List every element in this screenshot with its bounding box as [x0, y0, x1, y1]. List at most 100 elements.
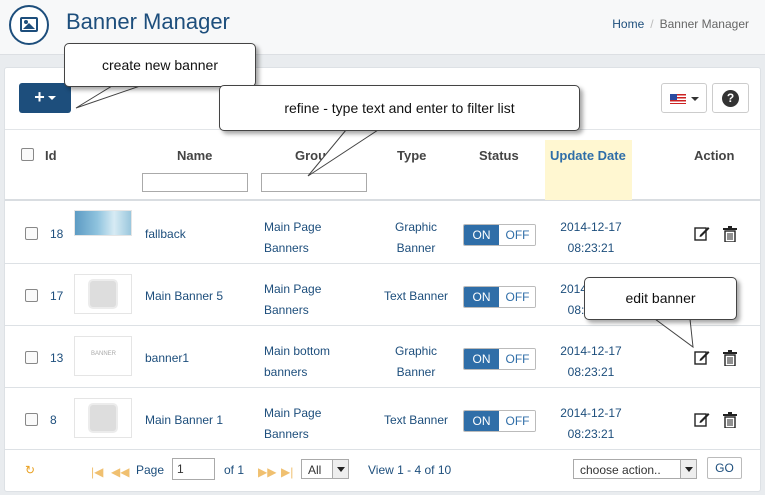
column-header-name[interactable]: Name [177, 148, 212, 163]
row-id: 18 [50, 227, 64, 241]
refine-callout: refine - type text and enter to filter l… [219, 85, 580, 131]
edit-banner-callout: edit banner [584, 277, 737, 320]
group-line2: Banners [264, 303, 309, 317]
caret-down-icon [691, 97, 699, 101]
add-label: + [34, 87, 45, 107]
breadcrumb: Home / Banner Manager [612, 17, 749, 31]
group-filter-input[interactable] [261, 173, 367, 192]
select-all-checkbox[interactable] [21, 148, 34, 161]
view-range-text: View 1 - 4 of 10 [368, 463, 452, 477]
banner-name-link[interactable]: Main Banner 5 [145, 289, 223, 303]
create-banner-callout: create new banner [64, 43, 256, 87]
dropdown-arrow-icon [680, 460, 696, 478]
delete-icon[interactable] [723, 412, 737, 428]
row-checkbox[interactable] [25, 227, 38, 240]
row-id: 13 [50, 351, 64, 365]
banner-type: Graphic Banner [376, 217, 456, 259]
help-button[interactable]: ? [712, 83, 749, 113]
banner-type: Graphic Banner [376, 341, 456, 383]
column-header-update-date[interactable]: Update Date [550, 148, 626, 163]
update-date: 2014-12-17 08:23:21 [553, 403, 629, 445]
banner-group: Main Page Banners [264, 403, 354, 445]
go-button[interactable]: GO [707, 457, 742, 479]
image-icon [9, 5, 49, 45]
status-toggle[interactable]: ON OFF [463, 348, 536, 370]
type-line2: Banner [396, 365, 436, 379]
caret-down-icon [47, 96, 56, 101]
page-title: Banner Manager [66, 9, 230, 34]
group-line1: Main bottom [264, 344, 331, 358]
banner-group: Main Page Banners [264, 217, 354, 259]
column-header-id[interactable]: Id [45, 148, 57, 163]
row-checkbox[interactable] [25, 413, 38, 426]
table-row[interactable]: 8 Main Banner 1 Main Page Banners Text Ba… [5, 388, 760, 450]
status-toggle[interactable]: ON OFF [463, 286, 536, 308]
page-label: Page [136, 463, 165, 477]
banner-group: Main bottom banners [264, 341, 354, 383]
toggle-on[interactable]: ON [464, 349, 499, 369]
column-header-type[interactable]: Type [397, 148, 426, 163]
column-header-group[interactable]: Group [295, 148, 334, 163]
breadcrumb-separator: / [650, 17, 654, 31]
toggle-off[interactable]: OFF [499, 225, 535, 245]
banner-name-link[interactable]: Main Banner 1 [145, 413, 223, 427]
column-header-status[interactable]: Status [479, 148, 519, 163]
pagination-bar: ↻ |◀ ◀◀ Page 1 of 1 ▶▶ ▶| All View 1 - 4… [5, 450, 760, 492]
next-page-icon[interactable]: ▶▶ [258, 465, 276, 479]
row-id: 8 [50, 413, 57, 427]
banner-group: Main Page Banners [264, 279, 354, 321]
delete-icon[interactable] [723, 350, 737, 366]
banner-type: Text Banner [383, 413, 449, 427]
banner-thumbnail [74, 398, 132, 438]
breadcrumb-home-link[interactable]: Home [612, 17, 644, 31]
update-date: 2014-12-17 08:23:21 [553, 341, 629, 383]
group-line2: Banners [264, 427, 309, 441]
date-value: 2014-12-17 [560, 406, 622, 420]
type-line1: Graphic [394, 344, 438, 358]
row-id: 17 [50, 289, 64, 303]
time-value: 08:23:21 [567, 241, 615, 255]
us-flag-icon [670, 94, 686, 104]
thumbnail-text: BANNER [91, 351, 117, 357]
status-toggle[interactable]: ON OFF [463, 224, 536, 246]
bulk-action-select[interactable]: choose action.. [573, 459, 697, 479]
column-header-action: Action [694, 148, 735, 163]
table-row[interactable]: 18 fallback Main Page Banners Graphic Bann… [5, 202, 760, 264]
row-checkbox[interactable] [25, 289, 38, 302]
time-value: 08:23:21 [567, 365, 615, 379]
delete-icon[interactable] [723, 226, 737, 242]
edit-icon[interactable] [694, 411, 710, 427]
banner-name-link[interactable]: fallback [145, 227, 186, 241]
table-row[interactable]: 13 BANNER banner1 Main bottom banners Gra… [5, 326, 760, 388]
prev-page-icon[interactable]: ◀◀ [111, 465, 129, 479]
toggle-off[interactable]: OFF [499, 287, 535, 307]
toggle-on[interactable]: ON [464, 287, 499, 307]
toggle-on[interactable]: ON [464, 225, 499, 245]
banner-thumbnail [74, 210, 132, 236]
add-banner-button[interactable]: + [19, 83, 71, 113]
type-line2: Banner [396, 241, 436, 255]
toggle-off[interactable]: OFF [499, 411, 535, 431]
toggle-on[interactable]: ON [464, 411, 499, 431]
name-filter-input[interactable] [142, 173, 248, 192]
group-line2: banners [264, 365, 308, 379]
status-toggle[interactable]: ON OFF [463, 410, 536, 432]
refresh-icon[interactable]: ↻ [25, 463, 35, 477]
language-select-button[interactable] [661, 83, 707, 113]
breadcrumb-current: Banner Manager [659, 17, 749, 31]
toggle-off[interactable]: OFF [499, 349, 535, 369]
group-line2: Banners [264, 241, 309, 255]
page-count: of 1 [224, 463, 245, 477]
edit-icon[interactable] [694, 225, 710, 241]
group-line1: Main Page [264, 282, 322, 296]
date-value: 2014-12-17 [560, 344, 622, 358]
last-page-icon[interactable]: ▶| [281, 465, 293, 479]
type-line1: Graphic [394, 220, 438, 234]
row-checkbox[interactable] [25, 351, 38, 364]
edit-icon[interactable] [694, 349, 710, 365]
page-number-input[interactable]: 1 [172, 458, 215, 480]
dropdown-arrow-icon [332, 460, 348, 478]
first-page-icon[interactable]: |◀ [91, 465, 103, 479]
rows-per-page-select[interactable]: All [301, 459, 349, 479]
banner-name-link[interactable]: banner1 [145, 351, 189, 365]
